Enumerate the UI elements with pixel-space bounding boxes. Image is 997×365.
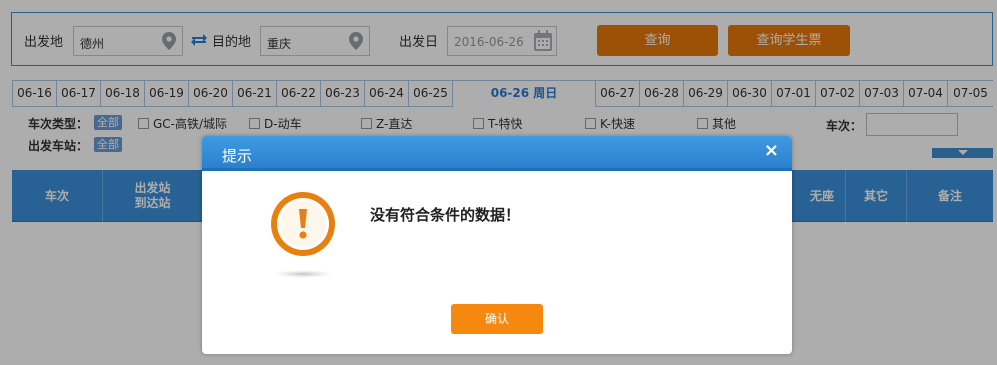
close-icon[interactable]: × (764, 141, 779, 161)
confirm-button[interactable]: 确认 (451, 304, 543, 334)
dialog-header: 提示 × (202, 136, 792, 171)
warning-icon (271, 192, 335, 278)
alert-dialog: 提示 × 没有符合条件的数据！ 确认 (202, 136, 792, 354)
dialog-message: 没有符合条件的数据！ (370, 206, 521, 224)
dialog-header-accent (202, 168, 792, 171)
dialog-title: 提示 (222, 147, 253, 165)
